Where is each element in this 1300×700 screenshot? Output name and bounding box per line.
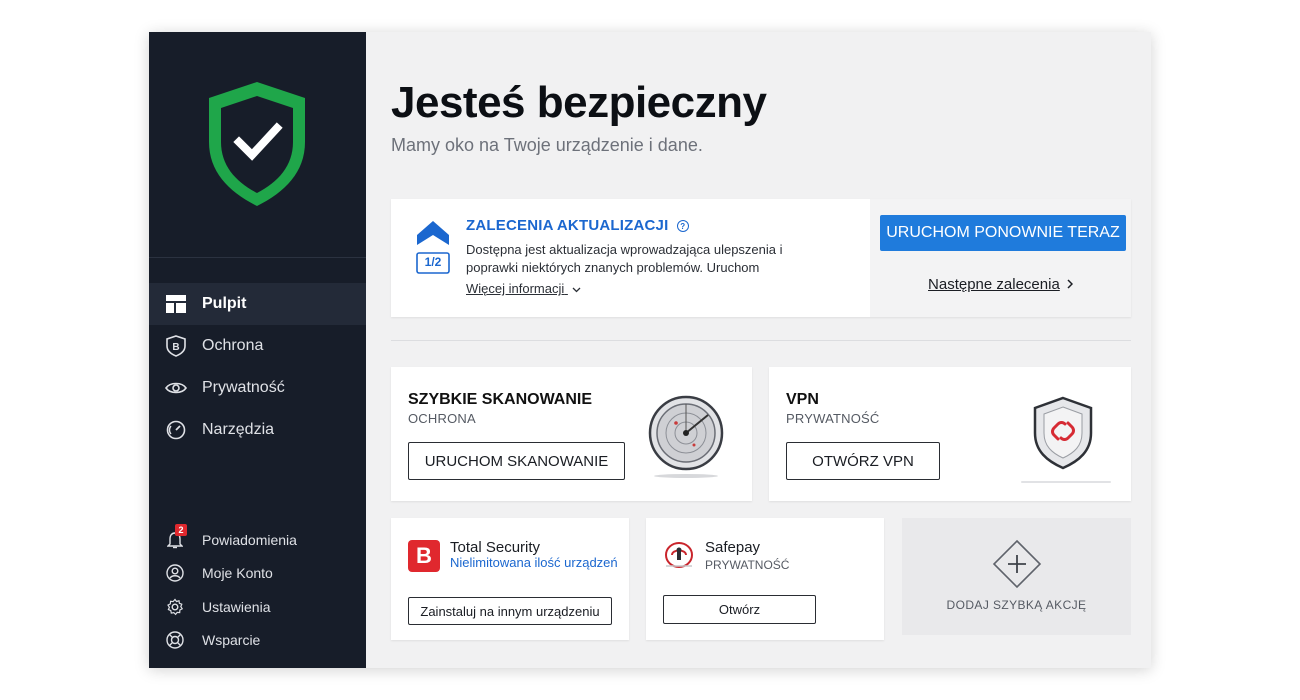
protection-b-icon: B xyxy=(165,335,187,357)
recommendation-actions: URUCHOM PONOWNIE TERAZ Następne zaleceni… xyxy=(870,199,1131,317)
eye-icon xyxy=(165,377,187,399)
next-recommendations-label: Następne zalecenia xyxy=(928,276,1060,293)
safepay-title: Safepay xyxy=(705,539,761,556)
quick-scan-title: SZYBKIE SKANOWANIE xyxy=(408,391,593,408)
shield-check-icon xyxy=(209,82,305,206)
install-other-device-button[interactable]: Zainstaluj na innym urządzeniu xyxy=(408,597,612,625)
gear-icon xyxy=(165,597,185,617)
quick-scan-card: SZYBKIE SKANOWANIE OCHRONA URUCHOM SKANO… xyxy=(391,367,752,501)
app-window: Pulpit B Ochrona Prywatność Narzędzia 2 xyxy=(149,32,1151,668)
page-title: Jesteś bezpieczny xyxy=(391,78,767,127)
open-vpn-button[interactable]: OTWÓRZ VPN xyxy=(786,442,940,480)
recommendation-text: Dostępna jest aktualizacja wprowadzająca… xyxy=(466,242,783,275)
run-scan-button[interactable]: URUCHOM SKANOWANIE xyxy=(408,442,625,480)
radar-scan-icon xyxy=(648,395,724,478)
sidebar-item-label: Ochrona xyxy=(202,337,264,354)
svg-text:B: B xyxy=(172,342,179,353)
safepay-card: Safepay PRYWATNOŚĆ Otwórz xyxy=(646,518,884,640)
sidebar-item-label: Moje Konto xyxy=(202,565,273,581)
lifebuoy-icon xyxy=(165,630,185,650)
main-content: Jesteś bezpieczny Mamy oko na Twoje urzą… xyxy=(366,32,1151,668)
section-divider xyxy=(391,340,1131,341)
sidebar-item-label: Prywatność xyxy=(202,379,285,396)
recommendation-counter: 1/2 xyxy=(424,255,442,269)
chevron-down-icon xyxy=(572,281,581,296)
add-quick-action-card[interactable]: DODAJ SZYBKĄ AKCJĘ xyxy=(902,518,1131,635)
restart-now-button[interactable]: URUCHOM PONOWNIE TERAZ xyxy=(880,215,1126,251)
vpn-card: VPN PRYWATNOŚĆ OTWÓRZ VPN xyxy=(769,367,1131,501)
sidebar-item-moje-konto[interactable]: Moje Konto xyxy=(149,558,366,588)
sidebar-item-ochrona[interactable]: B Ochrona xyxy=(149,325,366,367)
sidebar-item-label: Ustawienia xyxy=(202,599,271,615)
sidebar-item-wsparcie[interactable]: Wsparcie xyxy=(149,625,366,655)
total-security-title: Total Security xyxy=(450,539,541,556)
safepay-subtitle: PRYWATNOŚĆ xyxy=(705,558,790,572)
sidebar-item-pulpit[interactable]: Pulpit xyxy=(149,283,366,325)
more-info-label: Więcej informacji xyxy=(466,281,565,296)
quick-scan-subtitle: OCHRONA xyxy=(408,411,476,426)
bitdefender-b-icon: B xyxy=(408,540,440,572)
update-icon: 1/2 xyxy=(415,217,451,277)
sidebar: Pulpit B Ochrona Prywatność Narzędzia 2 xyxy=(149,32,366,668)
total-security-card: B Total Security Nielimitowana ilość urz… xyxy=(391,518,629,640)
dashboard-icon xyxy=(165,293,187,315)
vpn-shield-icon xyxy=(1033,396,1093,470)
open-safepay-button[interactable]: Otwórz xyxy=(663,595,816,624)
chevron-right-icon xyxy=(1067,276,1074,293)
gauge-icon xyxy=(165,419,187,441)
vpn-subtitle: PRYWATNOŚĆ xyxy=(786,411,880,426)
safepay-icon xyxy=(665,542,693,568)
sidebar-item-prywatnosc[interactable]: Prywatność xyxy=(149,367,366,409)
sidebar-item-ustawienia[interactable]: Ustawienia xyxy=(149,592,366,622)
sidebar-item-powiadomienia[interactable]: 2 Powiadomienia xyxy=(149,524,366,555)
page-subtitle: Mamy oko na Twoje urządzenie i dane. xyxy=(391,135,703,155)
unlimited-devices-link[interactable]: Nielimitowana ilość urządzeń xyxy=(450,555,620,571)
sidebar-divider xyxy=(149,257,366,258)
vpn-icon-shadow xyxy=(1021,481,1111,483)
more-info-link[interactable]: Więcej informacji xyxy=(466,281,581,296)
sidebar-item-label: Pulpit xyxy=(202,295,247,312)
sidebar-item-label: Powiadomienia xyxy=(202,532,297,548)
add-quick-action-label: DODAJ SZYBKĄ AKCJĘ xyxy=(946,598,1087,612)
help-icon[interactable]: ? xyxy=(676,220,689,233)
recommendation-title-text: ZALECENIA AKTUALIZACJI xyxy=(466,217,669,234)
recommendation-title: ZALECENIA AKTUALIZACJI ? xyxy=(466,217,689,234)
add-diamond-icon xyxy=(992,539,1042,589)
account-icon xyxy=(165,563,185,583)
sidebar-item-label: Narzędzia xyxy=(202,421,275,438)
bell-icon: 2 xyxy=(165,524,187,550)
next-recommendations-link[interactable]: Następne zalecenia xyxy=(870,276,1131,293)
vpn-title: VPN xyxy=(786,391,819,408)
sidebar-item-narzedzia[interactable]: Narzędzia xyxy=(149,409,366,451)
notification-badge: 2 xyxy=(175,524,187,536)
sidebar-item-label: Wsparcie xyxy=(202,632,261,648)
update-recommendation-card: 1/2 ZALECENIA AKTUALIZACJI ? Dostępna je… xyxy=(391,199,1131,317)
